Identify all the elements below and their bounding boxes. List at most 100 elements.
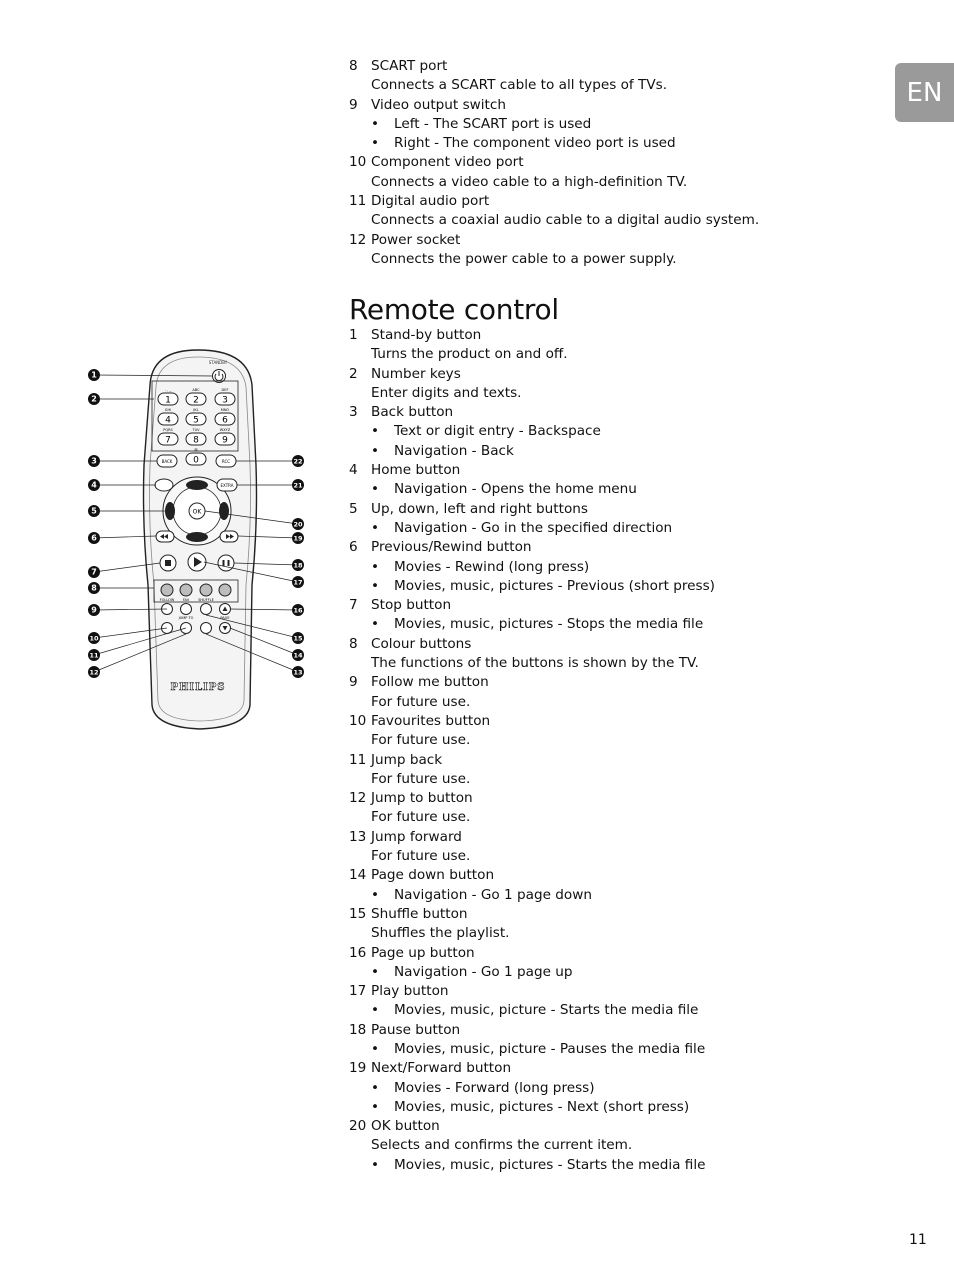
list-item: 10 Favourites button For future use. — [349, 712, 869, 751]
key-letters: JKL — [192, 408, 198, 412]
item-description: For future use. — [371, 770, 471, 787]
list-item: 7 Stop button • Movies, music, pictures - S… — [349, 596, 869, 635]
item-title: Previous/Rewind button — [371, 539, 532, 556]
item-number: 11 — [349, 193, 367, 210]
item-description: Connects the power cable to a power supp… — [371, 250, 677, 267]
item-heading: 5 Up, down, left and right buttons — [349, 500, 869, 519]
key-digit: 4 — [165, 416, 171, 426]
ok-label: OK — [193, 509, 203, 516]
item-title: Favourites button — [371, 712, 491, 729]
item-bullet: • Navigation - Opens the home menu — [349, 480, 869, 499]
bullet-text: Movies - Forward (long press) — [394, 1079, 595, 1096]
item-number: 6 — [349, 539, 358, 556]
item-number: 1 — [349, 327, 358, 343]
item-title: Play button — [371, 983, 449, 1000]
bullet-text: Movies, music, picture - Pauses the medi… — [394, 1040, 706, 1057]
item-heading: 9 Follow me button — [349, 673, 869, 692]
item-title: Back button — [371, 404, 454, 421]
standby-label: STANDBY — [209, 360, 228, 365]
bullet-icon: • — [371, 1040, 380, 1057]
bullet-text: Left - The SCART port is used — [394, 115, 592, 132]
key-letters: TUV — [191, 428, 200, 432]
item-heading: 4 Home button — [349, 461, 869, 480]
list-item: 5 Up, down, left and right buttons • Naviga… — [349, 500, 869, 539]
item-heading: 8 Colour buttons — [349, 635, 869, 654]
bullet-icon: • — [371, 886, 380, 903]
key-letters: PQRS — [163, 428, 173, 432]
item-number: 3 — [349, 404, 358, 421]
item-heading: 14 Page down button — [349, 866, 869, 885]
lbl-shuffle: SHUFFLE — [198, 598, 214, 602]
item-number: 9 — [349, 674, 358, 691]
bullet-icon: • — [371, 423, 380, 440]
list-item: 19 Next/Forward button • Movies - Forward (… — [349, 1059, 869, 1117]
item-title: Component video port — [371, 154, 524, 171]
item-number: 20 — [349, 1118, 367, 1135]
item-description: Connects a coaxial audio cable to a digi… — [371, 212, 760, 229]
back-label: BACK — [162, 459, 173, 464]
list-item: 1 Stand-by button Turns the product on and… — [349, 326, 869, 365]
callout-number: 16 — [293, 607, 303, 615]
callout-number: 22 — [293, 458, 302, 466]
item-bullet: • Navigation - Go in the specified direct… — [349, 519, 869, 538]
bullet-icon: • — [371, 616, 380, 633]
item-bullet: • Movies - Rewind (long press) — [349, 558, 869, 577]
bullet-text: Movies, music, pictures - Previous (shor… — [394, 577, 715, 594]
list-item: 4 Home button • Navigation - Opens the home… — [349, 461, 869, 500]
item-heading: 16 Page up button — [349, 944, 869, 963]
item-description: Enter digits and texts. — [371, 384, 522, 401]
list-item: 3 Back button • Text or digit entry - Backs… — [349, 403, 869, 461]
item-heading: 7 Stop button — [349, 596, 869, 615]
item-description: For future use. — [371, 848, 471, 865]
key-letters: ABC — [192, 388, 200, 392]
item-description: Turns the product on and off. — [371, 346, 568, 363]
list-item: 10 Component video port Connects a video c… — [349, 153, 869, 192]
language-tab: EN — [895, 63, 954, 122]
item-description: For future use. — [371, 809, 471, 826]
key-letters: @ — [194, 448, 198, 452]
callout-number: 3 — [91, 457, 97, 466]
key-digit: 5 — [193, 416, 199, 426]
item-title: Home button — [371, 462, 461, 479]
connector-list: 8 SCART port Connects a SCART cable to all… — [349, 57, 869, 269]
item-bullet: • Right - The component video port is use… — [349, 134, 869, 153]
item-heading: 12 Power socket — [349, 231, 869, 250]
item-bullet: • Text or digit entry - Backspace — [349, 422, 869, 441]
list-item: 17 Play button • Movies, music, picture - S… — [349, 982, 869, 1021]
list-item: 12 Jump to button For future use. — [349, 789, 869, 828]
bullet-icon: • — [371, 1079, 380, 1096]
item-bullet: • Navigation - Back — [349, 442, 869, 461]
bullet-text: Movies, music, pictures - Starts the med… — [394, 1156, 706, 1173]
key-letters: DEF — [222, 388, 229, 392]
item-title: Page down button — [371, 867, 495, 884]
callout-number: 10 — [89, 635, 99, 643]
item-heading: 1 Stand-by button — [349, 326, 869, 345]
item-number: 16 — [349, 944, 367, 961]
bullet-text: Navigation - Back — [394, 442, 514, 459]
item-heading: 15 Shuffle button — [349, 905, 869, 924]
bullet-icon: • — [371, 1156, 380, 1173]
item-number: 8 — [349, 58, 358, 74]
item-number: 9 — [349, 96, 358, 113]
bullet-icon: • — [371, 135, 380, 152]
extra-label: EXTRA — [221, 483, 234, 488]
list-item: 20 OK button Selects and confirms the curr… — [349, 1117, 869, 1175]
page-number: 11 — [909, 1232, 927, 1248]
left-button — [165, 502, 175, 520]
bullet-icon: • — [371, 558, 380, 575]
item-title: Follow me button — [371, 674, 489, 691]
list-item: 8 Colour buttons The functions of the butt… — [349, 635, 869, 674]
key-digit: 2 — [193, 396, 199, 406]
item-heading: 10 Component video port — [349, 153, 869, 172]
callout-number: 5 — [91, 507, 97, 516]
item-title: Digital audio port — [371, 193, 490, 210]
key-letters: GHI — [165, 408, 171, 412]
bullet-text: Movies - Rewind (long press) — [394, 558, 590, 575]
item-title: Up, down, left and right buttons — [371, 500, 588, 517]
item-heading: 20 OK button — [349, 1117, 869, 1136]
right-button — [219, 502, 229, 520]
item-title: Jump to button — [371, 790, 473, 807]
item-bullet: • Movies, music, pictures - Stops the med… — [349, 615, 869, 634]
item-number: 19 — [349, 1060, 367, 1077]
item-number: 12 — [349, 231, 367, 248]
